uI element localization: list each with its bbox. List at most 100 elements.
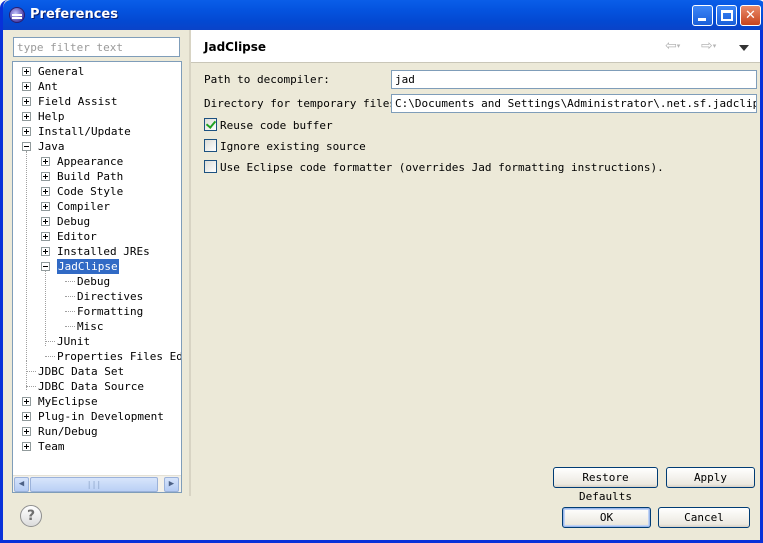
back-arrow-icon[interactable]: ⇦▾ [665,39,691,53]
tree-item[interactable]: Debug [13,274,181,289]
expand-plus-icon[interactable] [22,67,31,76]
tree-item-label[interactable]: Compiler [57,199,110,214]
decompiler-path-input[interactable]: jad [391,70,757,89]
tree-item[interactable]: Plug-in Development [13,409,181,424]
tree-item-label[interactable]: MyEclipse [38,394,98,409]
tree-item-label[interactable]: Team [38,439,65,454]
tree-item-label[interactable]: Plug-in Development [38,409,164,424]
tree-item[interactable]: Team [13,439,181,454]
cancel-button[interactable]: Cancel [658,507,750,528]
maximize-button[interactable] [716,5,737,26]
view-menu-icon[interactable] [739,45,749,51]
ignore-existing-source-label[interactable]: Ignore existing source [220,140,366,153]
ok-button[interactable]: OK [562,507,651,528]
tree-item-label[interactable]: Debug [77,274,110,289]
tree-item[interactable]: Compiler [13,199,181,214]
expand-plus-icon[interactable] [22,127,31,136]
eclipse-formatter-label[interactable]: Use Eclipse code formatter (overrides Ja… [220,161,664,174]
tree-item-label[interactable]: JadClipse [56,258,120,275]
tree-item[interactable]: Appearance [13,154,181,169]
tree-item[interactable]: Installed JREs [13,244,181,259]
tree-item[interactable]: Formatting [13,304,181,319]
tree-item-label[interactable]: Help [38,109,65,124]
tree-item-label[interactable]: JDBC Data Source [38,379,144,394]
tree-item[interactable]: Build Path [13,169,181,184]
reuse-code-buffer-checkbox[interactable] [204,118,217,131]
tree-item[interactable]: Field Assist [13,94,181,109]
tree-item[interactable]: Help [13,109,181,124]
page-header: JadClipse ⇦▾ ⇨▾ [191,30,760,63]
tree-item[interactable]: General [13,64,181,79]
tree-item-label[interactable]: Appearance [57,154,123,169]
expand-plus-icon[interactable] [22,112,31,121]
scroll-right-icon[interactable]: ▶ [164,477,179,492]
filter-input[interactable]: type filter text [13,37,180,57]
scroll-left-icon[interactable]: ◀ [14,477,29,492]
expand-plus-icon[interactable] [41,202,50,211]
tree-item[interactable]: MyEclipse [13,394,181,409]
restore-defaults-button[interactable]: Restore Defaults [553,467,658,503]
tree-item[interactable]: Properties Files Edit [13,349,181,364]
collapse-minus-icon[interactable] [41,262,50,271]
tree-item-label[interactable]: Installed JREs [57,244,150,259]
tree-item-label[interactable]: JDBC Data Set [38,364,124,379]
tree-item-label[interactable]: Directives [77,289,143,304]
expand-plus-icon[interactable] [22,427,31,436]
tree-item-label[interactable]: Field Assist [38,94,117,109]
tree-item-label[interactable]: General [38,64,84,79]
tree-guide-line [45,271,46,346]
tree-item[interactable]: Java [13,139,181,154]
tree-item-label[interactable]: Install/Update [38,124,131,139]
tree-item-label[interactable]: Run/Debug [38,424,98,439]
expand-plus-icon[interactable] [22,442,31,451]
minimize-icon [698,18,706,21]
expand-plus-icon[interactable] [41,232,50,241]
tree-item-label[interactable]: JUnit [57,334,90,349]
tree-item-label[interactable]: Code Style [57,184,123,199]
preference-tree: General Ant Field Assist Help Install/Update… [12,61,182,493]
expand-plus-icon[interactable] [22,82,31,91]
tree-item-label[interactable]: Build Path [57,169,123,184]
forward-arrow-icon[interactable]: ⇨▾ [701,39,727,53]
tree-item[interactable]: Install/Update [13,124,181,139]
tree-item[interactable]: JUnit [13,334,181,349]
tree-item[interactable]: Debug [13,214,181,229]
title-bar[interactable]: Preferences ✕ [3,0,763,30]
expand-plus-icon[interactable] [41,157,50,166]
close-button[interactable]: ✕ [740,5,761,26]
ignore-existing-source-checkbox[interactable] [204,139,217,152]
tree-item-label[interactable]: Editor [57,229,97,244]
tree-item-label[interactable]: Formatting [77,304,143,319]
tree-item[interactable]: JDBC Data Source [13,379,181,394]
tree-item-label[interactable]: Properties Files Edit [57,349,181,364]
tree-item[interactable]: Misc [13,319,181,334]
tree-item-label[interactable]: Debug [57,214,90,229]
scrollbar-thumb[interactable]: ||| [30,477,158,492]
reuse-code-buffer-label[interactable]: Reuse code buffer [220,119,333,132]
tree-item[interactable]: JadClipse [13,258,181,275]
expand-plus-icon[interactable] [22,412,31,421]
tree-item[interactable]: JDBC Data Set [13,364,181,379]
eclipse-icon [9,7,25,23]
temp-directory-input[interactable]: C:\Documents and Settings\Administrator\… [391,94,757,113]
expand-plus-icon[interactable] [41,187,50,196]
tree-item[interactable]: Run/Debug [13,424,181,439]
expand-plus-icon[interactable] [22,97,31,106]
tree-item-label[interactable]: Misc [77,319,104,334]
tree-item-label[interactable]: Java [38,139,65,154]
collapse-minus-icon[interactable] [22,142,31,151]
expand-plus-icon[interactable] [41,217,50,226]
expand-plus-icon[interactable] [22,397,31,406]
tree-item[interactable]: Code Style [13,184,181,199]
tree-item[interactable]: Ant [13,79,181,94]
apply-button[interactable]: Apply [666,467,755,488]
tree-item[interactable]: Editor [13,229,181,244]
expand-plus-icon[interactable] [41,172,50,181]
tree-horizontal-scrollbar[interactable]: ◀ ||| ▶ [13,475,181,492]
eclipse-formatter-checkbox[interactable] [204,160,217,173]
tree-item[interactable]: Directives [13,289,181,304]
tree-item-label[interactable]: Ant [38,79,58,94]
expand-plus-icon[interactable] [41,247,50,256]
minimize-button[interactable] [692,5,713,26]
help-icon[interactable]: ? [20,505,42,527]
